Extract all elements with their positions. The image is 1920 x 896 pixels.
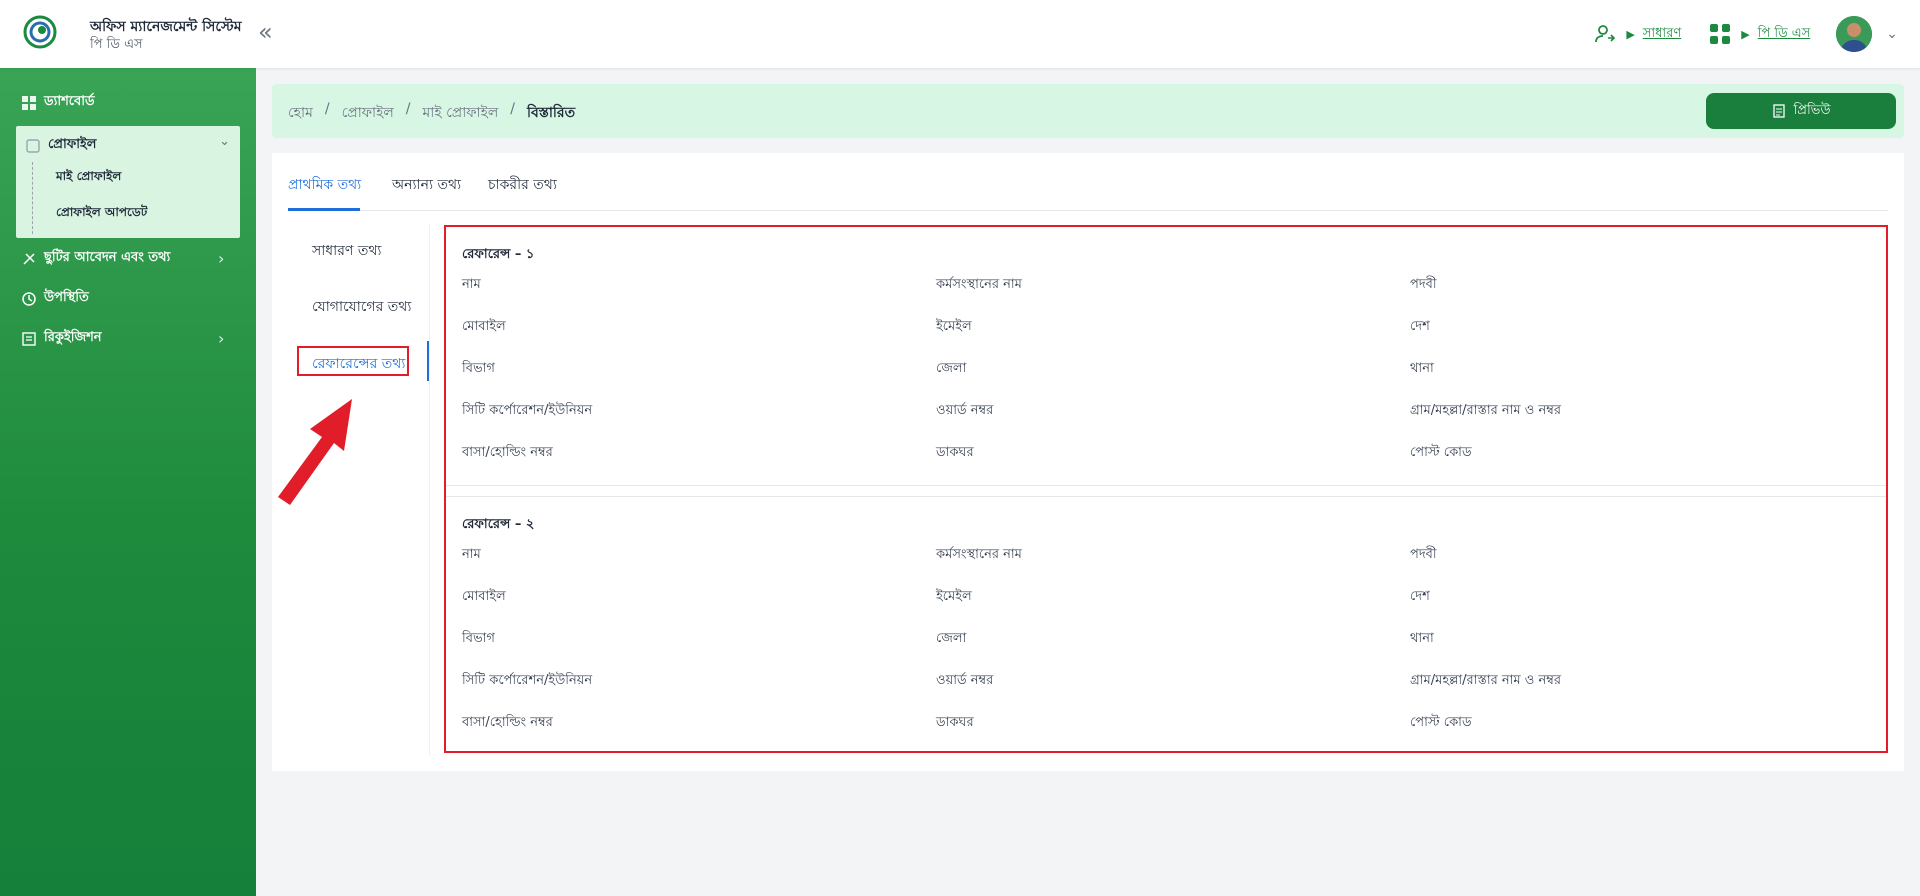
field-label: ডাকঘর <box>936 445 974 460</box>
field-label: বিভাগ <box>462 631 495 646</box>
sidebar-item-dashboard[interactable]: ড্যাশবোর্ড <box>22 92 95 113</box>
app-subtitle: পি ডি এস <box>90 37 143 52</box>
breadcrumb-profile[interactable]: প্রোফাইল <box>342 101 394 125</box>
field-label: পোস্ট কোড <box>1410 445 1472 460</box>
sidebar-item-label: ছুটির আবেদন এবং তথ্য <box>44 250 171 265</box>
header-actions: ▶ সাধারণ ▶ পি ডি এস ⌄ <box>1592 14 1898 54</box>
field-label: কর্মসংস্থানের নাম <box>936 547 1022 562</box>
role-link[interactable]: সাধারণ <box>1643 24 1681 45</box>
field-label: গ্রাম/মহল্লা/রাস্তার নাম ও নম্বর <box>1410 673 1562 688</box>
reference-separator <box>446 485 1886 497</box>
tab-other-info[interactable]: অন্যান্য তথ্য <box>392 173 461 197</box>
tab-basic-info[interactable]: প্রাথমিক তথ্য <box>288 173 361 197</box>
apps-grid-icon[interactable] <box>1707 21 1733 47</box>
side-nav-divider <box>429 225 430 755</box>
sidebar-subitem-profile-update[interactable]: প্রোফাইল আপডেট <box>56 204 147 224</box>
chevron-down-icon[interactable]: ⌄ <box>1886 26 1898 42</box>
field-label: সিটি কর্পোরেশন/ইউনিয়ন <box>462 673 593 688</box>
tab-bar: প্রাথমিক তথ্য অন্যান্য তথ্য চাকরীর তথ্য <box>288 153 1888 211</box>
field-label: ইমেইল <box>936 319 972 334</box>
tab-job-info[interactable]: চাকরীর তথ্য <box>488 173 557 197</box>
dashboard-icon <box>22 95 36 110</box>
field-label: ওয়ার্ড নম্বর <box>936 403 994 418</box>
field-label: গ্রাম/মহল্লা/রাস্তার নাম ও নম্বর <box>1410 403 1562 418</box>
reference-title: রেফারেন্স – ২ <box>462 517 535 532</box>
preview-label: প্রিভিউ <box>1793 102 1831 118</box>
field-label: সিটি কর্পোরেশন/ইউনিয়ন <box>462 403 593 418</box>
avatar[interactable] <box>1836 16 1873 52</box>
user-switch-icon[interactable] <box>1592 21 1618 47</box>
top-header: অফিস ম্যানেজমেন্ট সিস্টেম পি ডি এস « ▶ স… <box>0 0 1920 68</box>
active-tab-indicator <box>288 208 360 211</box>
field-label: দেশ <box>1410 589 1430 604</box>
clock-icon <box>22 291 36 306</box>
sidebar: ড্যাশবোর্ড প্রোফাইল ⌄ মাই প্রোফাইল প্রোফ… <box>0 68 256 896</box>
chevron-right-icon: › <box>218 249 225 268</box>
chevron-down-icon[interactable]: ⌄ <box>219 134 230 149</box>
sidebar-item-attendance[interactable]: উপস্থিতি <box>22 288 89 309</box>
profile-icon <box>26 138 40 153</box>
breadcrumb-my-profile[interactable]: মাই প্রোফাইল <box>423 101 499 125</box>
breadcrumb-separator: / <box>405 101 411 117</box>
profile-card: প্রাথমিক তথ্য অন্যান্য তথ্য চাকরীর তথ্য … <box>272 153 1904 771</box>
field-label: মোবাইল <box>462 319 506 334</box>
field-label: কর্মসংস্থানের নাম <box>936 277 1022 292</box>
sidebar-collapse-button[interactable]: « <box>258 20 273 44</box>
sidebar-item-requisition[interactable]: রিকুইজিশন › <box>22 328 224 349</box>
breadcrumb-separator: / <box>324 101 330 117</box>
sidebar-item-label: ড্যাশবোর্ড <box>44 94 95 109</box>
field-label: থানা <box>1410 631 1434 646</box>
side-nav-contact-info[interactable]: যোগাযোগের তথ্য <box>312 295 411 319</box>
reference-highlight-frame: রেফারেন্স – ১ নাম কর্মসংস্থানের নাম পদবী… <box>444 225 1888 753</box>
leave-icon <box>23 252 35 265</box>
field-label: বাসা/হোল্ডিং নম্বর <box>462 715 553 730</box>
field-label: ইমেইল <box>936 589 972 604</box>
red-arrow-annotation <box>278 399 352 505</box>
breadcrumb-bar: হোম / প্রোফাইল / মাই প্রোফাইল / বিস্তারি… <box>272 84 1904 138</box>
caret-right-icon: ▶ <box>1626 27 1635 41</box>
breadcrumb: হোম / প্রোফাইল / মাই প্রোফাইল / বিস্তারি… <box>288 101 575 125</box>
field-label: পদবী <box>1410 277 1437 292</box>
field-label: নাম <box>462 547 481 562</box>
logo-icon <box>23 15 57 49</box>
breadcrumb-current: বিস্তারিত <box>527 105 576 121</box>
sidebar-item-label: উপস্থিতি <box>44 290 89 305</box>
chevron-right-icon: › <box>218 329 225 348</box>
field-label: দেশ <box>1410 319 1430 334</box>
sidebar-item-label: রিকুইজিশন <box>44 330 102 345</box>
breadcrumb-separator: / <box>510 101 515 117</box>
reference-title: রেফারেন্স – ১ <box>462 247 535 262</box>
caret-right-icon: ▶ <box>1741 27 1750 41</box>
breadcrumb-home[interactable]: হোম <box>288 101 313 125</box>
active-side-nav-indicator <box>427 341 429 381</box>
field-label: বিভাগ <box>462 361 495 376</box>
sidebar-item-leave[interactable]: ছুটির আবেদন এবং তথ্য › <box>22 248 224 269</box>
sidebar-subitem-my-profile[interactable]: মাই প্রোফাইল <box>56 168 121 188</box>
field-label: মোবাইল <box>462 589 506 604</box>
field-label: নাম <box>462 277 481 292</box>
side-nav-reference-info[interactable]: রেফারেন্সের তথ্য <box>312 352 405 376</box>
tree-line <box>32 162 33 234</box>
field-label: ডাকঘর <box>936 715 974 730</box>
field-label: থানা <box>1410 361 1434 376</box>
field-label: ওয়ার্ড নম্বর <box>936 673 994 688</box>
preview-button[interactable]: প্রিভিউ <box>1706 93 1896 129</box>
sidebar-item-label: প্রোফাইল <box>48 137 97 152</box>
field-label: পদবী <box>1410 547 1437 562</box>
side-nav-general-info[interactable]: সাধারণ তথ্য <box>312 239 381 263</box>
module-link[interactable]: পি ডি এস <box>1758 24 1811 45</box>
sidebar-item-profile[interactable]: প্রোফাইল <box>26 135 96 156</box>
sidebar-group-profile: প্রোফাইল ⌄ মাই প্রোফাইল প্রোফাইল আপডেট <box>16 126 240 238</box>
requisition-icon <box>22 331 36 346</box>
field-label: বাসা/হোল্ডিং নম্বর <box>462 445 553 460</box>
field-label: পোস্ট কোড <box>1410 715 1472 730</box>
document-icon <box>1772 104 1785 118</box>
field-label: জেলা <box>936 361 967 376</box>
field-label: জেলা <box>936 631 967 646</box>
